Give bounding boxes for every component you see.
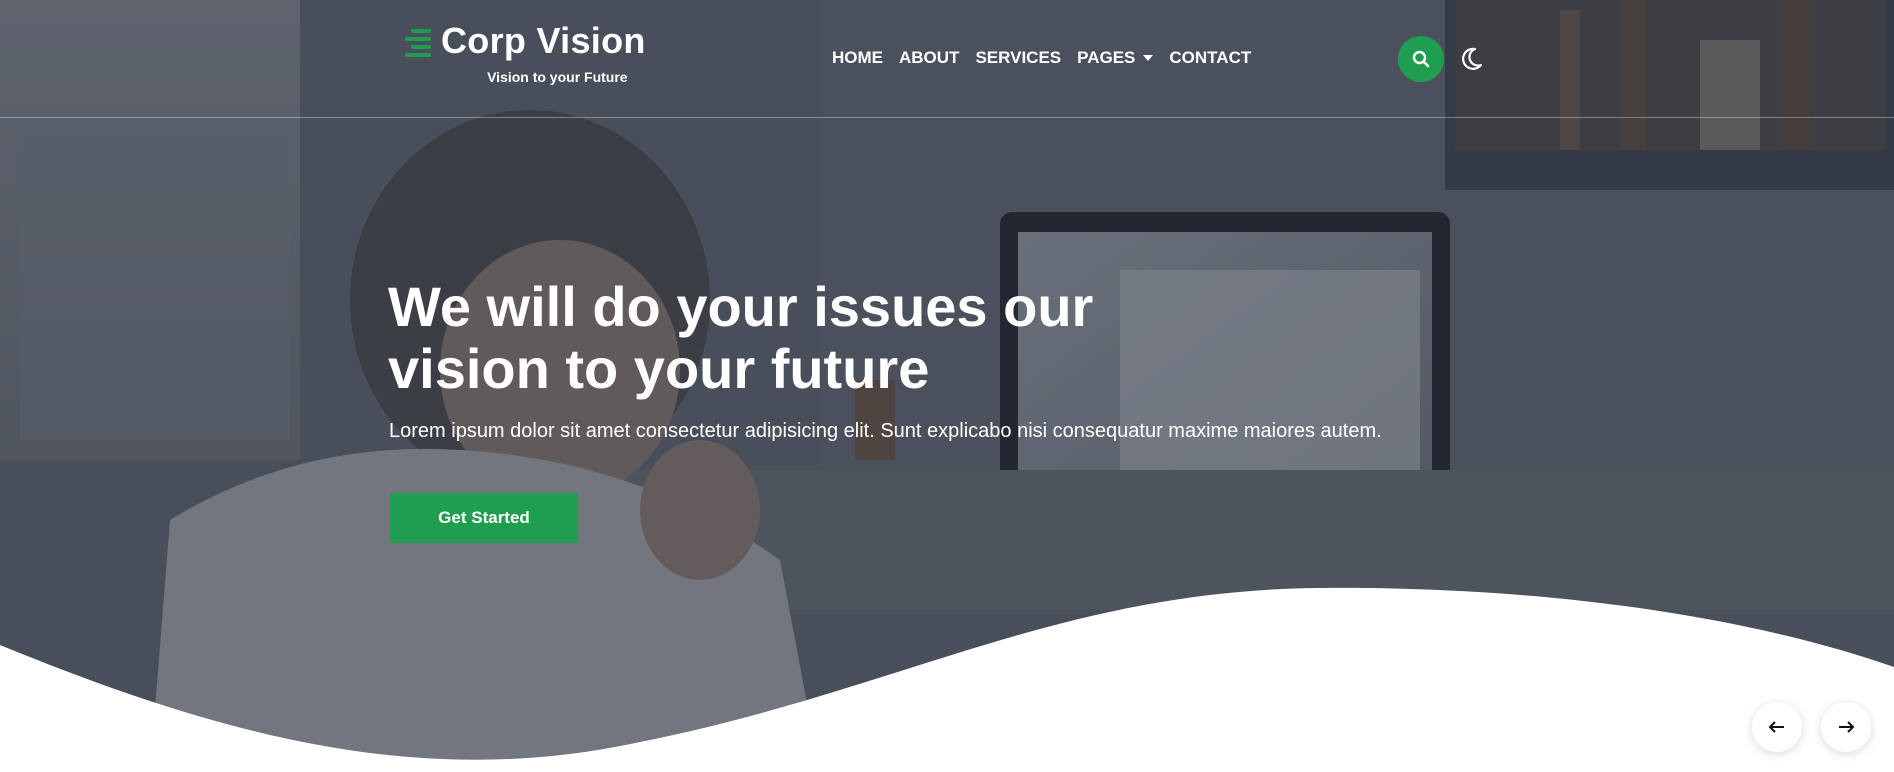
arrow-left-icon bbox=[1768, 721, 1784, 733]
hero-section: Corp Vision Vision to your Future HOME A… bbox=[0, 0, 1894, 772]
carousel-next-button[interactable] bbox=[1821, 702, 1871, 752]
arrow-right-icon bbox=[1839, 721, 1855, 733]
hero-wave-divider bbox=[0, 587, 1894, 772]
carousel-prev-button[interactable] bbox=[1752, 702, 1802, 752]
